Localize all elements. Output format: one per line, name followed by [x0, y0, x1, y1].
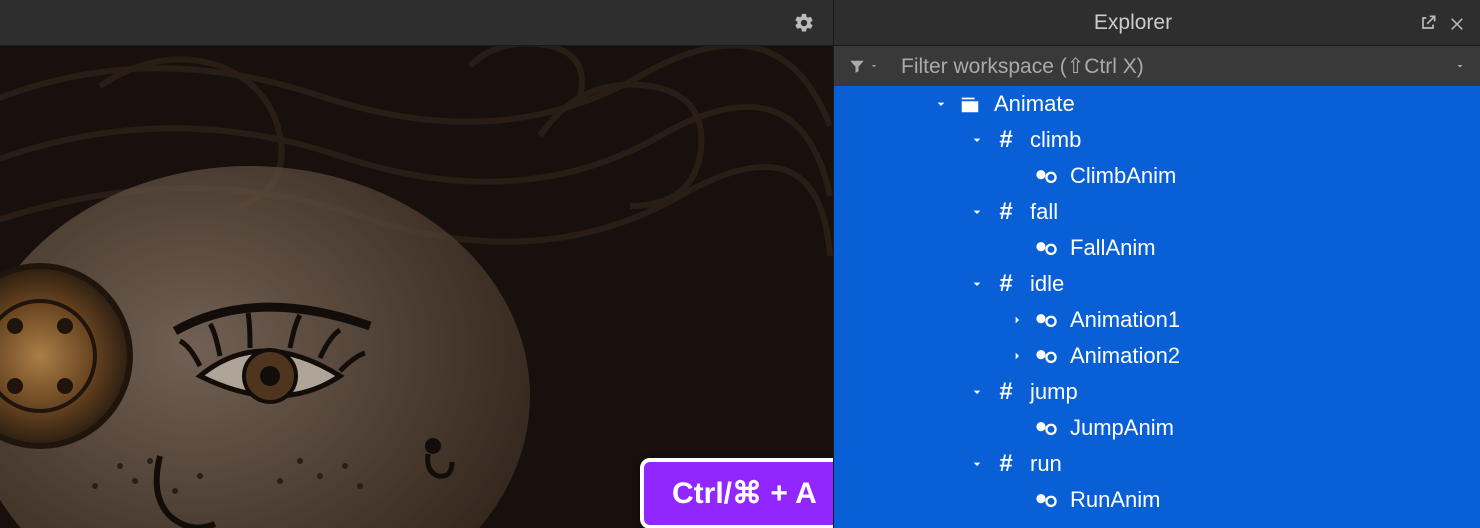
- tree-item-label: JumpAnim: [1070, 415, 1174, 441]
- animation-icon: [1034, 488, 1058, 512]
- folder-hash-icon: #: [994, 272, 1018, 296]
- close-icon[interactable]: [1448, 14, 1466, 32]
- tree-item-climb[interactable]: # climb: [834, 122, 1480, 158]
- explorer-panel: Explorer Filter workspace (⇧Ctrl X) Anim…: [833, 0, 1480, 528]
- arrow-placeholder: [1008, 419, 1026, 437]
- chevron-down-icon[interactable]: [932, 95, 950, 113]
- tree-item-fall[interactable]: # fall: [834, 194, 1480, 230]
- tree-item-label: climb: [1030, 127, 1081, 153]
- explorer-titlebar: Explorer: [834, 0, 1480, 46]
- viewport-panel: Ctrl/⌘ + A: [0, 0, 833, 528]
- animation-icon: [1034, 416, 1058, 440]
- tree-item-label: Animation1: [1070, 307, 1180, 333]
- arrow-placeholder: [1008, 239, 1026, 257]
- tree-item-fallanim[interactable]: FallAnim: [834, 230, 1480, 266]
- tree-item-idle[interactable]: # idle: [834, 266, 1480, 302]
- tree-item-label: RunAnim: [1070, 487, 1160, 513]
- tree-item-runanim[interactable]: RunAnim: [834, 482, 1480, 518]
- tree-item-animation1[interactable]: Animation1: [834, 302, 1480, 338]
- tree-item-label: run: [1030, 451, 1062, 477]
- animation-icon: [1034, 236, 1058, 260]
- animation-icon: [1034, 164, 1058, 188]
- tree-item-label: FallAnim: [1070, 235, 1156, 261]
- shortcut-badge: Ctrl/⌘ + A: [640, 458, 833, 528]
- folder-hash-icon: #: [994, 200, 1018, 224]
- tree-item-label: idle: [1030, 271, 1064, 297]
- explorer-title: Explorer: [848, 11, 1418, 35]
- chevron-right-icon[interactable]: [1008, 347, 1026, 365]
- filter-icon[interactable]: [848, 57, 879, 75]
- chevron-down-icon[interactable]: [968, 455, 986, 473]
- tree-item-run[interactable]: # run: [834, 446, 1480, 482]
- tree-item-jump[interactable]: # jump: [834, 374, 1480, 410]
- tree-item-label: jump: [1030, 379, 1078, 405]
- tree-item-animation2[interactable]: Animation2: [834, 338, 1480, 374]
- tree-item-label: Animation2: [1070, 343, 1180, 369]
- folder-hash-icon: #: [994, 452, 1018, 476]
- tree-item-jumpanim[interactable]: JumpAnim: [834, 410, 1480, 446]
- explorer-filterbar[interactable]: Filter workspace (⇧Ctrl X): [834, 46, 1480, 86]
- chevron-down-icon[interactable]: [968, 203, 986, 221]
- viewport-toolbar: [0, 0, 833, 46]
- folder-hash-icon: #: [994, 380, 1018, 404]
- arrow-placeholder: [1008, 491, 1026, 509]
- tree-item-label: Animate: [994, 91, 1075, 117]
- tree-item-label: fall: [1030, 199, 1058, 225]
- animation-icon: [1034, 308, 1058, 332]
- popout-icon[interactable]: [1418, 13, 1438, 33]
- animation-icon: [1034, 344, 1058, 368]
- explorer-tree[interactable]: Animate # climb ClimbAnim # fall FallA: [834, 86, 1480, 528]
- chevron-down-icon[interactable]: [968, 383, 986, 401]
- chevron-down-icon[interactable]: [1454, 60, 1466, 72]
- filter-placeholder: Filter workspace (⇧Ctrl X): [901, 54, 1454, 79]
- viewport-artwork: [0, 46, 833, 528]
- folder-hash-icon: #: [994, 128, 1018, 152]
- tree-item-label: ClimbAnim: [1070, 163, 1176, 189]
- arrow-placeholder: [1008, 167, 1026, 185]
- chevron-right-icon[interactable]: [1008, 311, 1026, 329]
- viewport-canvas[interactable]: Ctrl/⌘ + A: [0, 46, 833, 528]
- chevron-down-icon[interactable]: [968, 131, 986, 149]
- tree-item-climbanim[interactable]: ClimbAnim: [834, 158, 1480, 194]
- local-script-icon: [958, 92, 982, 116]
- tree-item-animate[interactable]: Animate: [834, 86, 1480, 122]
- chevron-down-icon[interactable]: [968, 275, 986, 293]
- gear-icon[interactable]: [793, 12, 815, 34]
